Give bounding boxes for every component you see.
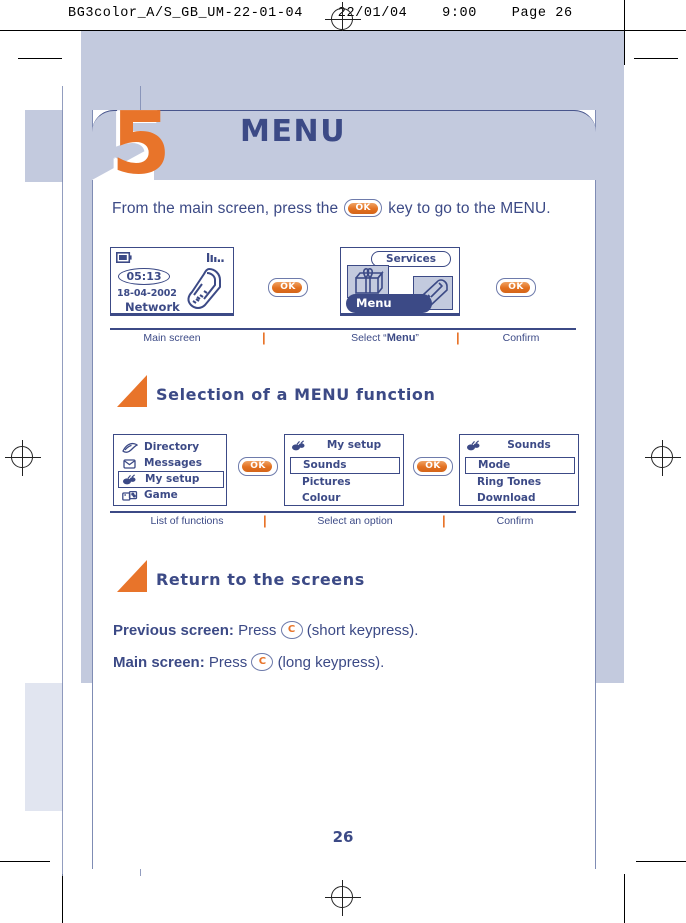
phone-screen-my-setup: My setup Sounds Pictures Colour — [284, 434, 404, 506]
ok-key-icon-step4: OK — [413, 457, 453, 476]
signal-bars-icon — [207, 253, 224, 262]
page-guide-line-left — [62, 86, 63, 876]
battery-icon — [116, 252, 132, 263]
ok-key-icon-step1: OK — [268, 278, 308, 297]
caption-separator-3: | — [263, 513, 267, 528]
return-line-main-label: Main screen: — [113, 654, 205, 671]
option-item-colour[interactable]: Colour — [302, 492, 340, 504]
option-item-sounds[interactable]: Sounds — [290, 457, 400, 474]
function-item-messages[interactable]: Messages — [144, 457, 202, 469]
phone-screen-services: Services Menu — [340, 247, 460, 315]
phone-screen-main-underline — [110, 313, 234, 316]
return-line-main-screen: Main screen: Press C (long keypress). — [113, 653, 384, 671]
crop-mark-bottom-right-v — [624, 874, 625, 923]
intro-paragraph: From the main screen, press the OK key to … — [112, 199, 551, 218]
intro-text-before: From the main screen, press the — [112, 200, 339, 217]
return-line-main-mid: Press — [208, 654, 248, 671]
ok-key-label-step3: OK — [250, 461, 266, 471]
return-line-main-tail: (long keypress). — [277, 654, 385, 671]
function-item-my-setup[interactable]: My setup — [118, 471, 224, 488]
ok-key-label: OK — [355, 203, 371, 213]
chapter-number: 5 — [111, 94, 171, 194]
phone-screen-services-underline — [340, 313, 460, 316]
print-header-divider — [624, 0, 625, 31]
caption-list-of-functions: List of functions — [150, 515, 224, 527]
orange-triangle-icon-section-one — [117, 375, 147, 407]
directory-icon — [122, 442, 138, 453]
sound-item-ring-tones[interactable]: Ring Tones — [477, 476, 541, 488]
flow-two-caption-rule — [110, 511, 576, 513]
function-item-directory[interactable]: Directory — [144, 441, 199, 453]
ok-key-label-step2: OK — [508, 282, 524, 292]
caption-select-bold: Menu — [386, 332, 416, 344]
crop-mark-top-left-h — [18, 58, 62, 59]
registration-mark-bottom — [325, 880, 361, 916]
page-number: 26 — [332, 828, 354, 846]
crop-mark-top-right-h — [634, 58, 678, 59]
return-line-previous-screen: Previous screen: Press C (short keypress… — [113, 621, 418, 639]
ok-key-icon-step2: OK — [496, 278, 536, 297]
caption-separator-1: | — [262, 330, 266, 345]
c-key-icon-long: C — [251, 653, 274, 671]
screen-header-my-setup: My setup — [326, 439, 382, 451]
left-margin-block-lower — [25, 683, 63, 811]
phone-screen-main: 05:13 18-04-2002 Network — [110, 247, 234, 315]
crop-mark-bottom-right-h — [636, 861, 686, 862]
flow-one-caption-rule — [110, 328, 576, 330]
network-label: Network — [125, 300, 180, 314]
caption-confirm: Confirm — [502, 332, 540, 344]
phone-screen-function-list: Directory Messages My setup Game — [113, 434, 227, 506]
ok-key-label-step1: OK — [280, 282, 296, 292]
chapter-banner: 5 MENU — [92, 101, 596, 187]
menu-item-selected[interactable]: Menu — [346, 294, 432, 313]
crop-mark-bottom-left-v — [62, 874, 63, 923]
option-item-pictures[interactable]: Pictures — [302, 476, 351, 488]
clock-display: 05:13 — [118, 268, 170, 285]
caption-separator-2: | — [456, 330, 460, 345]
ok-key-label-step4: OK — [425, 461, 441, 471]
mobile-phone-icon — [187, 268, 221, 309]
crop-mark-bottom-left-h — [0, 861, 50, 862]
ok-key-icon: OK — [344, 199, 383, 217]
my-setup-icon-header — [292, 440, 305, 451]
section-title-selection: Selection of a MENU function — [156, 385, 436, 404]
gift-services-icon — [355, 268, 384, 294]
caption-select-an-option: Select an option — [317, 515, 393, 527]
crop-mark-top-right — [624, 31, 625, 65]
sound-item-mode[interactable]: Mode — [465, 457, 575, 474]
caption-select-menu: Select “Menu” — [295, 332, 475, 344]
c-key-label-long: C — [258, 656, 267, 667]
caption-main-screen: Main screen — [143, 332, 201, 344]
c-key-label-short: C — [287, 624, 296, 635]
caption-confirm-2: Confirm — [496, 515, 534, 527]
caption-separator-4: | — [442, 513, 446, 528]
caption-select-prefix: Select “ — [351, 332, 387, 344]
sound-item-download[interactable]: Download — [477, 492, 536, 504]
ok-key-icon-step3: OK — [238, 457, 278, 476]
date-display: 18-04-2002 — [117, 288, 177, 299]
page-title: MENU — [240, 114, 347, 149]
registration-mark-left — [5, 440, 41, 476]
orange-triangle-icon-section-two — [117, 560, 147, 592]
return-line-previous-tail: (short keypress). — [306, 622, 419, 639]
game-icon — [122, 490, 138, 501]
section-title-return: Return to the screens — [156, 570, 365, 589]
return-line-previous-label: Previous screen: — [113, 622, 234, 639]
intro-text-after: key to go to the MENU. — [388, 200, 551, 217]
messages-icon — [123, 459, 136, 469]
caption-select-suffix: ” — [415, 332, 419, 344]
print-header-text: BG3color_A/S_GB_UM-22-01-04 22/01/04 9:0… — [68, 6, 573, 21]
return-line-previous-mid: Press — [238, 622, 277, 639]
screen-header-sounds: Sounds — [507, 439, 551, 451]
registration-mark-right — [645, 440, 681, 476]
c-key-icon-short: C — [280, 621, 303, 639]
left-margin-block-upper — [25, 110, 63, 182]
function-item-game[interactable]: Game — [144, 489, 178, 501]
sounds-icon-header — [467, 440, 480, 451]
phone-screen-sounds: Sounds Mode Ring Tones Download — [459, 434, 579, 506]
